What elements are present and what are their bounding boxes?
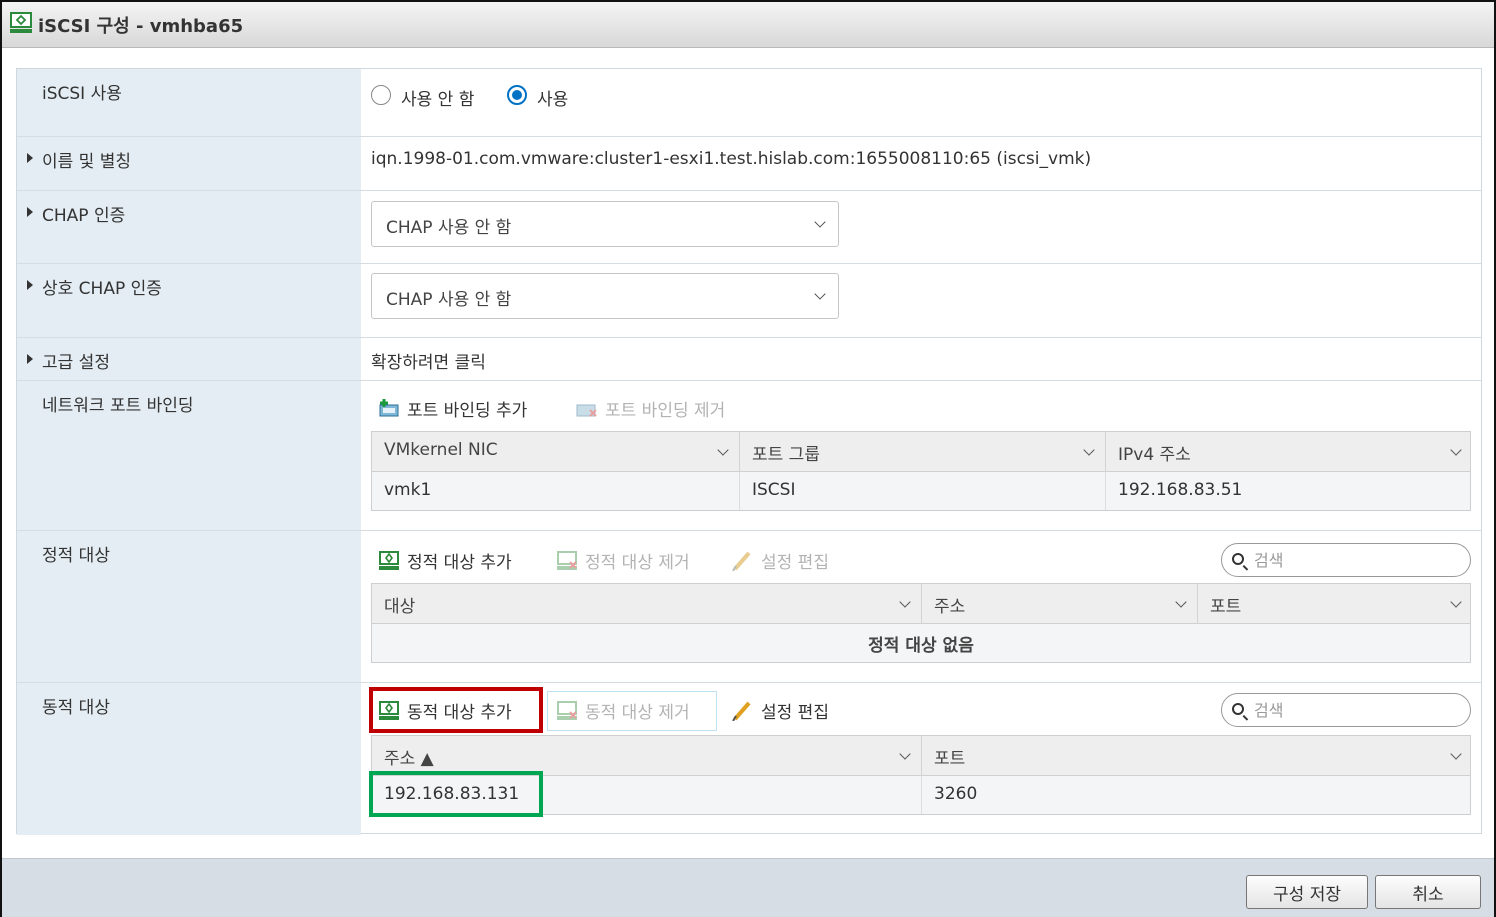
chevron-down-icon[interactable]: [1450, 596, 1462, 608]
radio-disable-label: 사용 안 함: [401, 90, 475, 110]
row-mutual-chap: 상호 CHAP 인증 CHAP 사용 안 함: [17, 264, 1481, 338]
remove-target-icon: [557, 551, 577, 570]
chevron-down-icon[interactable]: [1175, 596, 1187, 608]
radio-disable[interactable]: [371, 85, 391, 105]
dynamic-search-box[interactable]: [1221, 693, 1471, 727]
iscsi-adapter-icon: [10, 12, 32, 33]
radio-enable[interactable]: [507, 85, 527, 105]
edit-static-settings-button[interactable]: 설정 편집: [731, 543, 829, 577]
pencil-icon: [732, 701, 751, 721]
remove-target-icon: [557, 701, 577, 720]
row-static-targets: 정적 대상 정적 대상 추가 정적 대상 제거 설정 편집 검색 대상 주소 포…: [17, 531, 1481, 683]
static-empty-message: 정적 대상 없음: [372, 624, 1470, 662]
dialog-footer: 구성 저장 취소: [2, 858, 1494, 917]
remove-port-binding-label: 포트 바인딩 제거: [605, 400, 726, 421]
edit-dynamic-settings-button[interactable]: 설정 편집: [731, 693, 829, 727]
row-iscsi-enable: iSCSI 사용 사용 안 함 사용: [17, 69, 1481, 137]
add-port-binding-label: 포트 바인딩 추가: [407, 400, 528, 421]
chevron-down-icon[interactable]: [1450, 444, 1462, 456]
static-search-input[interactable]: [1254, 548, 1454, 572]
add-port-binding-icon: [379, 399, 399, 417]
column-header-port-group[interactable]: 포트 그룹: [740, 432, 1106, 472]
chap-select-value: CHAP 사용 안 함: [386, 218, 512, 238]
expand-arrow-icon[interactable]: [27, 280, 33, 290]
advanced-expand-hint[interactable]: 확장하려면 클릭: [371, 348, 486, 373]
cell-ipv4: 192.168.83.51: [1118, 480, 1243, 500]
column-header-ipv4[interactable]: IPv4 주소: [1106, 432, 1472, 472]
cancel-button[interactable]: 취소: [1375, 875, 1481, 909]
row-chap: CHAP 인증 CHAP 사용 안 함: [17, 191, 1481, 264]
label-mutual-chap: 상호 CHAP 인증: [42, 279, 162, 299]
label-static-targets: 정적 대상: [42, 546, 110, 566]
column-header-address[interactable]: 주소: [922, 584, 1198, 624]
column-header-port[interactable]: 포트: [1198, 584, 1472, 624]
remove-port-binding-button[interactable]: 포트 바인딩 제거: [575, 391, 725, 425]
pencil-icon: [732, 551, 751, 571]
chevron-down-icon[interactable]: [1083, 444, 1095, 456]
highlight-add-dynamic-target: [369, 687, 543, 733]
cell-port-group: ISCSI: [752, 480, 796, 500]
mutual-chap-select-value: CHAP 사용 안 함: [386, 290, 512, 310]
add-port-binding-button[interactable]: 포트 바인딩 추가: [377, 391, 527, 425]
add-target-icon: [379, 551, 399, 570]
row-advanced[interactable]: 고급 설정 확장하려면 클릭: [17, 338, 1481, 381]
remove-dynamic-target-label: 동적 대상 제거: [585, 702, 690, 723]
search-icon: [1232, 703, 1244, 715]
static-search-box[interactable]: [1221, 543, 1471, 577]
label-chap: CHAP 인증: [42, 206, 126, 226]
chevron-down-icon[interactable]: [899, 596, 911, 608]
label-name-alias: 이름 및 별칭: [42, 152, 132, 172]
label-iscsi-enable: iSCSI 사용: [42, 84, 122, 104]
cell-vmkernel: vmk1: [384, 480, 432, 500]
search-icon: [1232, 553, 1244, 565]
chevron-down-icon: [814, 288, 826, 300]
add-static-target-button[interactable]: 정적 대상 추가: [377, 543, 512, 577]
row-dynamic-targets: 동적 대상 동적 대상 추가 동적 대상 제거 설정 편집 검색 주소 ▲ 포트…: [17, 683, 1481, 835]
config-form: iSCSI 사용 사용 안 함 사용 이름 및 별칭 iqn.1998-01.c…: [16, 68, 1482, 835]
label-dynamic-targets: 동적 대상: [42, 698, 110, 718]
row-name-alias[interactable]: 이름 및 별칭 iqn.1998-01.com.vmware:cluster1-…: [17, 137, 1481, 191]
remove-static-target-label: 정적 대상 제거: [585, 552, 690, 573]
chevron-down-icon: [814, 216, 826, 228]
chevron-down-icon[interactable]: [899, 748, 911, 760]
remove-static-target-button[interactable]: 정적 대상 제거: [555, 543, 690, 577]
row-port-binding: 네트워크 포트 바인딩 포트 바인딩 추가 포트 바인딩 제거 VMkernel…: [17, 381, 1481, 531]
port-binding-table: VMkernel NIC 포트 그룹 IPv4 주소 vmk1 ISCSI 19…: [371, 431, 1471, 511]
column-header-address[interactable]: 주소 ▲: [372, 736, 922, 776]
save-config-button[interactable]: 구성 저장: [1246, 875, 1368, 909]
chevron-down-icon[interactable]: [717, 444, 729, 456]
label-advanced: 고급 설정: [42, 353, 110, 373]
add-static-target-label: 정적 대상 추가: [407, 552, 512, 573]
label-port-binding: 네트워크 포트 바인딩: [42, 396, 194, 416]
highlight-dynamic-address: [369, 771, 543, 817]
remove-dynamic-target-button[interactable]: 동적 대상 제거: [555, 693, 690, 727]
static-targets-table: 대상 주소 포트 정적 대상 없음: [371, 583, 1471, 663]
chap-select[interactable]: CHAP 사용 안 함: [371, 201, 839, 247]
dynamic-search-input[interactable]: [1254, 698, 1454, 722]
remove-port-binding-icon: [576, 404, 597, 417]
expand-arrow-icon[interactable]: [27, 207, 33, 217]
dialog-window: iSCSI 구성 - vmhba65 iSCSI 사용 사용 안 함 사용 이름…: [0, 0, 1496, 917]
iqn-value: iqn.1998-01.com.vmware:cluster1-esxi1.te…: [371, 149, 1092, 169]
title-bar: iSCSI 구성 - vmhba65: [2, 2, 1494, 48]
column-header-port[interactable]: 포트: [922, 736, 1472, 776]
column-header-target[interactable]: 대상: [372, 584, 922, 624]
expand-arrow-icon[interactable]: [27, 354, 33, 364]
table-row[interactable]: vmk1 ISCSI 192.168.83.51: [372, 472, 1470, 510]
expand-arrow-icon[interactable]: [27, 153, 33, 163]
cell-port: 3260: [934, 784, 978, 804]
radio-enable-label: 사용: [537, 90, 569, 110]
edit-static-settings-label: 설정 편집: [761, 552, 829, 573]
column-header-vmkernel[interactable]: VMkernel NIC: [372, 432, 740, 472]
chevron-down-icon[interactable]: [1450, 748, 1462, 760]
edit-dynamic-settings-label: 설정 편집: [761, 702, 829, 723]
mutual-chap-select[interactable]: CHAP 사용 안 함: [371, 273, 839, 319]
window-title: iSCSI 구성 - vmhba65: [38, 16, 244, 37]
